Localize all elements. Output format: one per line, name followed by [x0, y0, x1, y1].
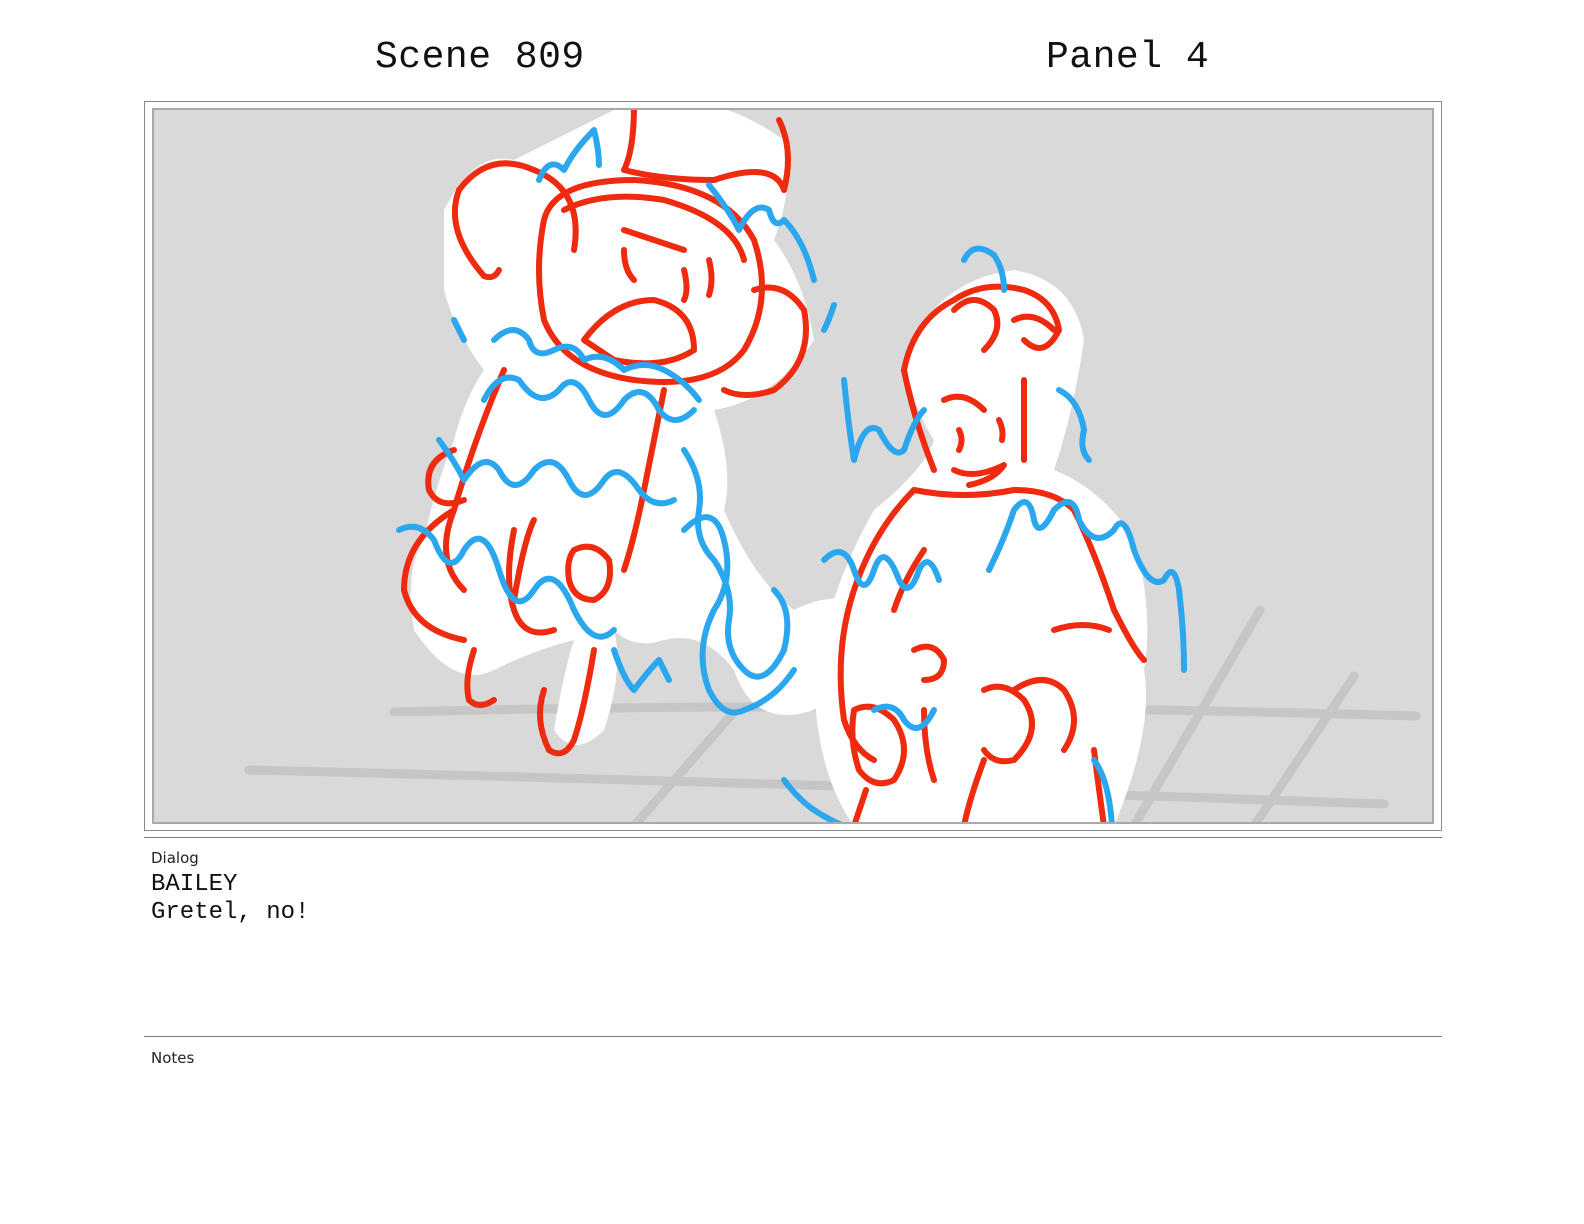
panel-number: Panel 4 [1046, 36, 1210, 79]
sketch-illustration [244, 110, 1421, 822]
dialog-label: Dialog [151, 849, 199, 867]
notes-label: Notes [151, 1049, 195, 1067]
dialog-speaker: BAILEY [151, 871, 238, 898]
dialog-text: Gretel, no! [151, 899, 310, 926]
character-silhouettes [410, 110, 1148, 822]
notes-divider [144, 1036, 1442, 1037]
dialog-divider [144, 837, 1442, 838]
scene-number: Scene 809 [375, 36, 585, 79]
storyboard-drawing [152, 108, 1434, 824]
